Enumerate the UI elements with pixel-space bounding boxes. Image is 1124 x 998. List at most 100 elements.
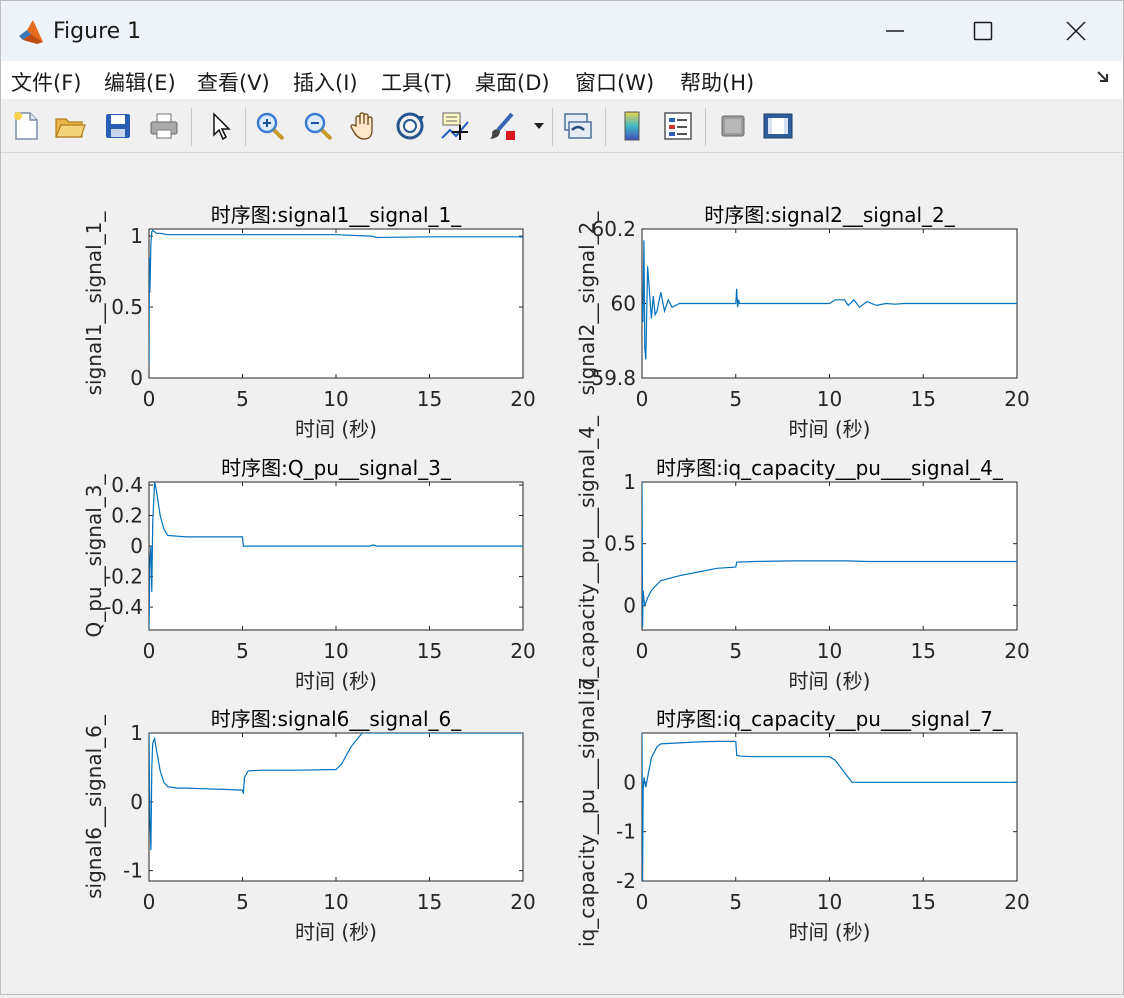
rotate-3d-button[interactable] — [393, 108, 427, 144]
plot-title: 时序图:Q_pu__signal_3_ — [221, 456, 452, 480]
toolbar-separator — [705, 108, 706, 146]
x-tick-label: 15 — [417, 890, 442, 914]
subplot-5[interactable]: 0 5 10 15 20-101时序图:signal6__signal_6_时间 (秒)… — [82, 707, 536, 944]
data-cursor-button[interactable] — [439, 108, 473, 144]
insert-colorbar-button[interactable] — [615, 108, 649, 144]
subplot-3[interactable]: 0 5 10 15 20 -0.4 -0.2 0 0.2 0.4 时序图:Q_pu__signal_… — [82, 456, 536, 693]
x-tick-label: 0 — [636, 890, 649, 914]
x-tick-label: 20 — [510, 890, 535, 914]
plot-title: 时序图:iq_capacity__pu___signal_4_ — [656, 456, 1004, 480]
menu-window[interactable]: 窗口(W) — [575, 67, 654, 97]
x-tick-label: 20 — [1004, 890, 1029, 914]
plot-title: 时序图:signal1__signal_1_ — [211, 203, 463, 227]
y-tick-label: 0 — [130, 534, 143, 558]
maximize-button[interactable] — [961, 11, 1005, 51]
menu-edit[interactable]: 编辑(E) — [104, 67, 176, 97]
open-file-icon — [55, 118, 86, 138]
axes-box — [148, 481, 524, 631]
x-tick-label: 15 — [911, 387, 936, 411]
pan-hand-icon — [350, 112, 373, 140]
y-tick-label: -1 — [616, 820, 636, 844]
x-tick-label: 15 — [911, 890, 936, 914]
link-plot-button[interactable] — [561, 108, 595, 144]
brush-icon — [490, 112, 515, 140]
subplot-grid[interactable]: 0 5 10 15 20 0 0.5 1 时序图:signal1__signal_1_ 时间 (秒… — [1, 153, 1123, 994]
edit-plot-arrow-icon — [213, 112, 231, 141]
y-tick-label: 1 — [130, 224, 143, 248]
minimize-icon — [886, 30, 904, 32]
y-tick-label: 0.2 — [111, 504, 143, 528]
hide-plot-tools-button[interactable] — [716, 108, 750, 144]
data-cursor-icon — [441, 112, 469, 140]
x-tick-label: 5 — [236, 890, 249, 914]
x-tick-label: 10 — [323, 890, 348, 914]
show-plot-tools-button[interactable] — [761, 108, 795, 144]
x-tick-label: 10 — [817, 387, 842, 411]
menu-tools[interactable]: 工具(T) — [381, 67, 452, 97]
x-tick-label: 0 — [636, 387, 649, 411]
close-button[interactable] — [1054, 11, 1098, 51]
menu-insert[interactable]: 插入(I) — [293, 67, 358, 97]
x-axis-label: 时间 (秒) — [295, 417, 377, 441]
rotate-3d-icon — [396, 112, 424, 140]
x-tick-label: 15 — [417, 387, 442, 411]
brush-button[interactable] — [485, 108, 519, 144]
save-icon — [106, 114, 130, 138]
dock-arrow-icon[interactable] — [1095, 69, 1111, 85]
subplot-1[interactable]: 0 5 10 15 20 0 0.5 1 时序图:signal1__signal_1_ 时间 (秒… — [82, 203, 536, 441]
y-tick-label: -0.4 — [104, 595, 143, 619]
x-tick-label: 5 — [729, 387, 742, 411]
menu-file[interactable]: 文件(F) — [11, 67, 81, 97]
insert-legend-button[interactable] — [661, 108, 695, 144]
plot-title: 时序图:iq_capacity__pu___signal_7_ — [656, 707, 1004, 731]
y-tick-label: 0.4 — [111, 473, 143, 497]
minimize-button[interactable] — [873, 11, 917, 51]
print-button[interactable] — [147, 108, 181, 144]
menu-view[interactable]: 查看(V) — [197, 67, 270, 97]
zoom-in-button[interactable] — [253, 108, 287, 144]
close-icon — [1066, 21, 1086, 41]
y-tick-label: -2 — [616, 869, 636, 893]
x-tick-label: 0 — [143, 890, 156, 914]
new-figure-button[interactable] — [9, 108, 43, 144]
hide-plot-tools-icon — [721, 115, 745, 137]
subplot-4[interactable]: 0 5 10 15 20 0 0.5 1 时序图:iq_capacity__pu___signa… — [575, 415, 1030, 696]
figure-canvas[interactable]: 0 5 10 15 20 0 0.5 1 时序图:signal1__signal_1_ 时间 (秒… — [1, 153, 1123, 994]
edit-plot-button[interactable] — [203, 108, 237, 144]
subplot-2[interactable]: 0 5 10 15 2059.86060.2时序图:signal2__signal_2_… — [575, 203, 1030, 441]
y-tick-label: 0.5 — [111, 295, 143, 319]
brush-dropdown-button[interactable] — [529, 108, 549, 144]
menu-help[interactable]: 帮助(H) — [680, 67, 754, 97]
zoom-out-button[interactable] — [301, 108, 335, 144]
zoom-in-icon — [256, 112, 285, 141]
x-tick-label: 10 — [817, 890, 842, 914]
y-tick-label: 0 — [130, 790, 143, 814]
x-tick-label: 10 — [817, 639, 842, 663]
x-axis-label: 时间 (秒) — [789, 417, 871, 441]
maximize-icon — [973, 21, 993, 41]
x-tick-label: 0 — [143, 387, 156, 411]
print-icon — [150, 113, 178, 139]
x-tick-label: 20 — [510, 639, 535, 663]
axes-box — [641, 732, 1018, 882]
show-plot-tools-icon — [763, 113, 793, 139]
toolbar-separator — [552, 108, 553, 146]
x-tick-label: 15 — [911, 639, 936, 663]
pan-button[interactable] — [347, 108, 381, 144]
x-tick-label: 0 — [636, 639, 649, 663]
open-file-button[interactable] — [53, 108, 87, 144]
x-tick-label: 5 — [729, 890, 742, 914]
x-axis-label: 时间 (秒) — [789, 669, 871, 693]
menu-desktop[interactable]: 桌面(D) — [475, 67, 550, 97]
link-plot-icon — [564, 113, 592, 139]
x-tick-label: 10 — [323, 387, 348, 411]
axes-box — [641, 481, 1018, 631]
axes-box — [148, 732, 524, 882]
x-tick-label: 0 — [143, 639, 156, 663]
y-axis-label: iq_capacity__pu___signal_4_ — [575, 415, 599, 696]
subplot-6[interactable]: 0 5 10 15 20 -2 -1 0 时序图:iq_capacity__pu___signa… — [575, 666, 1030, 947]
x-tick-label: 5 — [236, 639, 249, 663]
x-axis-label: 时间 (秒) — [295, 920, 377, 944]
save-button[interactable] — [101, 108, 135, 144]
axes-box — [148, 228, 524, 379]
